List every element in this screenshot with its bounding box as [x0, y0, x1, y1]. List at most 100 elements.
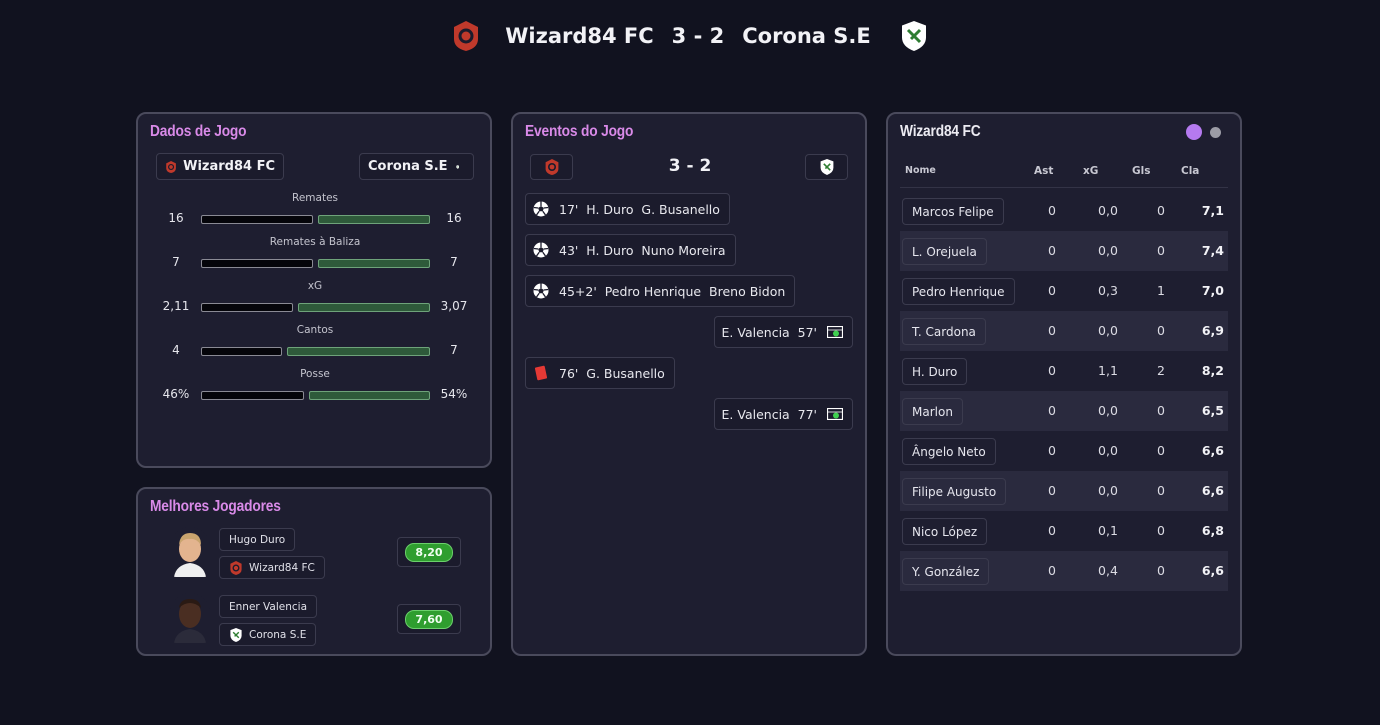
- event-item[interactable]: 17' H. Duro G. Busanello: [525, 193, 730, 225]
- player-rating: 6,8: [1201, 523, 1224, 538]
- best-player-2-team: Corona S.E: [249, 628, 307, 641]
- best-player-1-rating-box: 8,20: [397, 537, 461, 567]
- player-ast: 0: [1048, 563, 1056, 578]
- table-row[interactable]: Nico López 0 0,1 0 6,8: [900, 511, 1228, 551]
- player-ast: 0: [1048, 283, 1056, 298]
- player-ratings-panel: Wizard84 FC Nome Ast xG Gls Cla Marcos F…: [886, 112, 1242, 656]
- event-item[interactable]: E. Valencia 57': [713, 316, 853, 348]
- stat-bar-home: [201, 347, 282, 356]
- page-indicator-active[interactable]: [1186, 124, 1202, 140]
- player-xg: 0,0: [1098, 483, 1118, 498]
- stat-home-value: 4: [172, 343, 180, 357]
- away-crest-icon: [897, 17, 931, 55]
- best-player-1-name: Hugo Duro: [229, 533, 286, 546]
- column-header-xg: xG: [1083, 165, 1099, 177]
- stat-label: Posse: [300, 368, 330, 380]
- header-divider: [900, 187, 1228, 188]
- player-name[interactable]: H. Duro: [902, 358, 968, 385]
- best-player-2-name-chip: Enner Valencia: [219, 595, 318, 618]
- player-xg: 0,0: [1098, 403, 1118, 418]
- player-name[interactable]: Ângelo Neto: [902, 438, 996, 465]
- player-rating: 7,0: [1201, 283, 1224, 298]
- stat-bar-home: [201, 259, 313, 268]
- table-row[interactable]: Filipe Augusto 0 0,0 0 6,6: [900, 471, 1228, 511]
- column-header-name: Nome: [905, 165, 936, 176]
- table-row[interactable]: Y. González 0 0,4 0 6,6: [900, 551, 1228, 591]
- player-ast: 0: [1048, 203, 1056, 218]
- event-text: 76' G. Busanello: [559, 365, 665, 381]
- event-text: E. Valencia 77': [721, 406, 817, 422]
- event-text: 45+2' Pedro Henrique Breno Bidon: [559, 283, 786, 299]
- stat-bar-away: [309, 391, 430, 400]
- stat-label: Remates à Baliza: [269, 236, 361, 248]
- player-gls: 0: [1157, 403, 1165, 418]
- table-row[interactable]: H. Duro 0 1,1 2 8,2: [900, 351, 1228, 391]
- player-gls: 0: [1157, 563, 1165, 578]
- player-xg: 0,0: [1098, 203, 1118, 218]
- stat-home-value: 16: [168, 211, 184, 225]
- player-rating: 7,1: [1201, 203, 1224, 218]
- player-name[interactable]: Pedro Henrique: [902, 278, 1015, 305]
- stat-home-value: 2,11: [162, 299, 190, 313]
- stat-bar-away: [318, 259, 430, 268]
- table-row[interactable]: Marlon 0 0,0 0 6,5: [900, 391, 1228, 431]
- stat-away-value: 3,07: [440, 299, 468, 313]
- away-crest-icon: [819, 158, 835, 176]
- best-player-1-name-chip: Hugo Duro: [219, 528, 296, 551]
- event-text: E. Valencia 57': [721, 324, 817, 340]
- table-row[interactable]: Pedro Henrique 0 0,3 1 7,0: [900, 271, 1228, 311]
- player-xg: 0,1: [1098, 523, 1118, 538]
- table-row[interactable]: Ângelo Neto 0 0,0 0 6,6: [900, 431, 1228, 471]
- best-players-panel: Melhores Jogadores Hugo Duro Wizard84 FC…: [136, 487, 492, 656]
- events-away-crest-box: [805, 154, 848, 180]
- red-card-icon: [533, 365, 549, 381]
- table-row[interactable]: Marcos Felipe 0 0,0 0 7,1: [900, 191, 1228, 231]
- best-player-2-team-chip: Corona S.E: [219, 623, 317, 646]
- header-away-team: Corona S.E: [742, 24, 871, 48]
- best-player-2-rating-box: 7,60: [397, 604, 461, 634]
- event-item[interactable]: 43' H. Duro Nuno Moreira: [525, 234, 736, 266]
- stats-home-team-label: Wizard84 FC: [183, 159, 275, 174]
- player-xg: 0,0: [1098, 443, 1118, 458]
- player-xg: 0,4: [1098, 563, 1118, 578]
- player-gls: 0: [1157, 203, 1165, 218]
- player-name[interactable]: Nico López: [902, 518, 988, 545]
- event-item[interactable]: 45+2' Pedro Henrique Breno Bidon: [525, 275, 796, 307]
- player-rating: 6,5: [1201, 403, 1224, 418]
- event-item[interactable]: 76' G. Busanello: [525, 357, 675, 389]
- player-gls: 0: [1157, 243, 1165, 258]
- player-xg: 1,1: [1098, 363, 1118, 378]
- best-player-1-team-chip: Wizard84 FC: [219, 556, 325, 579]
- stat-away-value: 54%: [440, 387, 468, 401]
- player-ast: 0: [1048, 403, 1056, 418]
- header-home-team: Wizard84 FC: [505, 24, 654, 48]
- player-rating: 8,2: [1201, 363, 1224, 378]
- player-name[interactable]: Marlon: [902, 398, 963, 425]
- table-row[interactable]: T. Cardona 0 0,0 0 6,9: [900, 311, 1228, 351]
- stats-away-team-chip: Corona S.E: [359, 153, 474, 180]
- event-text: 17' H. Duro G. Busanello: [559, 201, 720, 217]
- stat-bar-away: [298, 303, 430, 312]
- player-xg: 0,0: [1098, 323, 1118, 338]
- stat-bar-away: [318, 215, 430, 224]
- header-score: 3 - 2: [671, 24, 725, 48]
- player-name[interactable]: T. Cardona: [902, 318, 986, 345]
- stats-away-team-label: Corona S.E: [368, 159, 448, 174]
- avatar: [170, 593, 210, 643]
- player-name[interactable]: Filipe Augusto: [902, 478, 1007, 505]
- event-item[interactable]: E. Valencia 77': [713, 398, 853, 430]
- best-player-2-rating: 7,60: [405, 609, 453, 629]
- column-header-ast: Ast: [1034, 165, 1054, 177]
- stats-home-team-chip: Wizard84 FC: [156, 153, 284, 180]
- player-gls: 0: [1157, 523, 1165, 538]
- player-gls: 0: [1157, 483, 1165, 498]
- stat-home-value: 7: [172, 255, 180, 269]
- table-row[interactable]: L. Orejuela 0 0,0 0 7,4: [900, 231, 1228, 271]
- player-name[interactable]: Marcos Felipe: [902, 198, 1004, 225]
- avatar: [170, 527, 210, 577]
- player-name[interactable]: Y. González: [902, 558, 990, 585]
- player-gls: 2: [1157, 363, 1165, 378]
- player-name[interactable]: L. Orejuela: [902, 238, 987, 265]
- page-indicator-inactive[interactable]: [1210, 127, 1221, 138]
- player-rating: 6,6: [1201, 483, 1224, 498]
